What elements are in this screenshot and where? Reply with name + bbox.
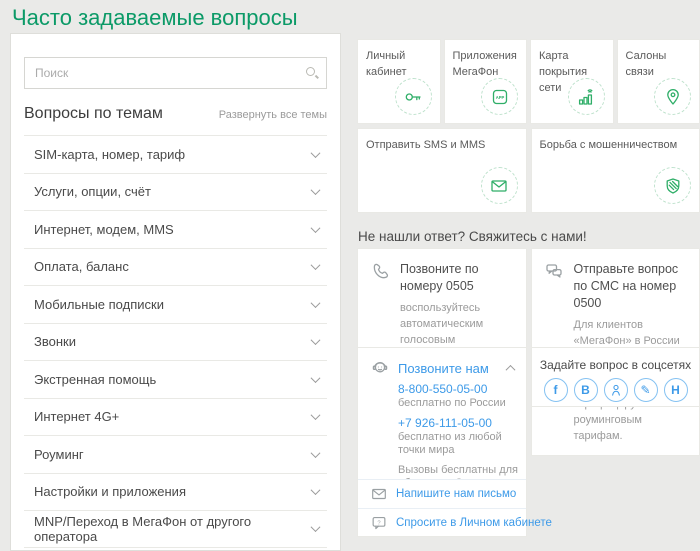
question-bubble-icon: ?: [370, 514, 388, 532]
page-title: Часто задаваемые вопросы: [12, 5, 298, 31]
chevron-down-icon: [311, 148, 321, 158]
chevron-down-icon: [311, 448, 321, 458]
search-box: [24, 57, 327, 89]
chevron-down-icon: [311, 410, 321, 420]
envelope-icon: [370, 485, 388, 503]
call-us-toggle[interactable]: Позвоните нам: [370, 358, 514, 378]
topics-heading: Вопросы по темам: [24, 105, 163, 123]
tile-retail-stores[interactable]: Салоны связи: [617, 39, 700, 124]
pencil-icon[interactable]: ✎: [634, 378, 658, 402]
sms-0500-title: Отправьте вопрос по СМС на номер 0500: [574, 261, 692, 312]
call-0505-title: Позвоните по номеру 0505: [400, 261, 518, 295]
chevron-down-icon: [311, 185, 321, 195]
chevron-down-icon: [311, 335, 321, 345]
facebook-icon[interactable]: f: [544, 378, 568, 402]
contact-heading: Не нашли ответ? Свяжитесь с нами!: [358, 229, 587, 244]
chevron-down-icon: [311, 260, 321, 270]
phone-number-world[interactable]: +7 926-111-05-00: [398, 417, 514, 430]
topic-item-calls[interactable]: Звонки: [24, 323, 327, 361]
key-icon: [395, 78, 432, 115]
svg-text:?: ?: [377, 520, 381, 526]
topic-item-4g[interactable]: Интернет 4G+: [24, 398, 327, 436]
topic-item-roaming[interactable]: Роуминг: [24, 435, 327, 473]
expand-all-link[interactable]: Развернуть все темы: [219, 109, 327, 121]
topic-item-emergency[interactable]: Экстренная помощь: [24, 360, 327, 398]
chevron-down-icon: [311, 373, 321, 383]
call-us-section: Позвоните нам 8-800-550-05-00 бесплатно …: [358, 348, 526, 479]
social-icons: f B ✎ H: [532, 378, 699, 402]
h-network-icon[interactable]: H: [664, 378, 688, 402]
chevron-down-icon: [311, 298, 321, 308]
phone-world-note: бесплатно из любой точки мира: [398, 431, 514, 458]
tile-anti-fraud[interactable]: Борьба с мошенничеством: [531, 128, 700, 213]
search-input[interactable]: [24, 57, 327, 89]
chevron-down-icon: [311, 223, 321, 233]
ask-cabinet-row[interactable]: ? Спросите в Личном кабинете: [358, 508, 526, 536]
topic-item-payment[interactable]: Оплата, баланс: [24, 248, 327, 286]
phone-russia-note: бесплатно по России: [398, 397, 514, 411]
topic-item-subscriptions[interactable]: Мобильные подписки: [24, 285, 327, 323]
search-icon[interactable]: [305, 66, 319, 80]
chevron-up-icon[interactable]: [506, 364, 516, 374]
call-us-link[interactable]: Позвоните нам: [398, 361, 489, 376]
write-letter-row[interactable]: Напишите нам письмо: [358, 479, 526, 508]
tile-megafon-apps[interactable]: Приложения МегаФон APP: [444, 39, 528, 124]
tile-coverage-map[interactable]: Карта покрытия сети: [530, 39, 614, 124]
vk-icon[interactable]: B: [574, 378, 598, 402]
signal-bars-icon: [568, 78, 605, 115]
topics-header: Вопросы по темам Развернуть все темы: [24, 105, 327, 125]
svg-text:APP: APP: [495, 94, 504, 99]
ask-cabinet-link[interactable]: Спросите в Личном кабинете: [396, 517, 552, 529]
envelope-icon: [481, 167, 518, 204]
app-icon: APP: [481, 78, 518, 115]
chevron-down-icon: [311, 485, 321, 495]
contact-cards: Позвоните по номеру 0505 воспользуйтесь …: [357, 248, 700, 342]
map-pin-icon: [654, 78, 691, 115]
headset-icon: [370, 356, 390, 381]
topic-item-mnp[interactable]: MNP/Переход в МегаФон от другого операто…: [24, 510, 327, 548]
free-calls-note: Вызовы бесплатны для абонентов Столичног…: [398, 464, 522, 480]
topic-item-sim[interactable]: SIM-карта, номер, тариф: [24, 135, 327, 173]
quick-links-row-2: Отправить SMS и MMS Борьба с мошенничест…: [357, 128, 700, 213]
topic-list: SIM-карта, номер, тариф Услуги, опции, с…: [24, 135, 327, 548]
contact-options-card: Позвоните нам 8-800-550-05-00 бесплатно …: [357, 347, 527, 537]
topic-item-services[interactable]: Услуги, опции, счёт: [24, 173, 327, 211]
social-heading: Задайте вопрос в соцсетях: [532, 358, 699, 372]
quick-links-row-1: Личный кабинет Приложения МегаФон APP Ка…: [357, 39, 700, 124]
topic-item-internet[interactable]: Интернет, модем, MMS: [24, 210, 327, 248]
social-card: Задайте вопрос в соцсетях f B ✎ H: [531, 347, 700, 407]
chevron-down-icon: [311, 522, 321, 532]
faq-topics-panel: Вопросы по темам Развернуть все темы SIM…: [10, 33, 341, 551]
write-letter-link[interactable]: Напишите нам письмо: [396, 488, 516, 500]
shield-icon: [654, 167, 691, 204]
tile-send-sms-mms[interactable]: Отправить SMS и MMS: [357, 128, 527, 213]
phone-number-russia[interactable]: 8-800-550-05-00: [398, 383, 514, 396]
odnoklassniki-icon[interactable]: [604, 378, 628, 402]
topic-item-settings[interactable]: Настройки и приложения: [24, 473, 327, 511]
tile-personal-account[interactable]: Личный кабинет: [357, 39, 441, 124]
